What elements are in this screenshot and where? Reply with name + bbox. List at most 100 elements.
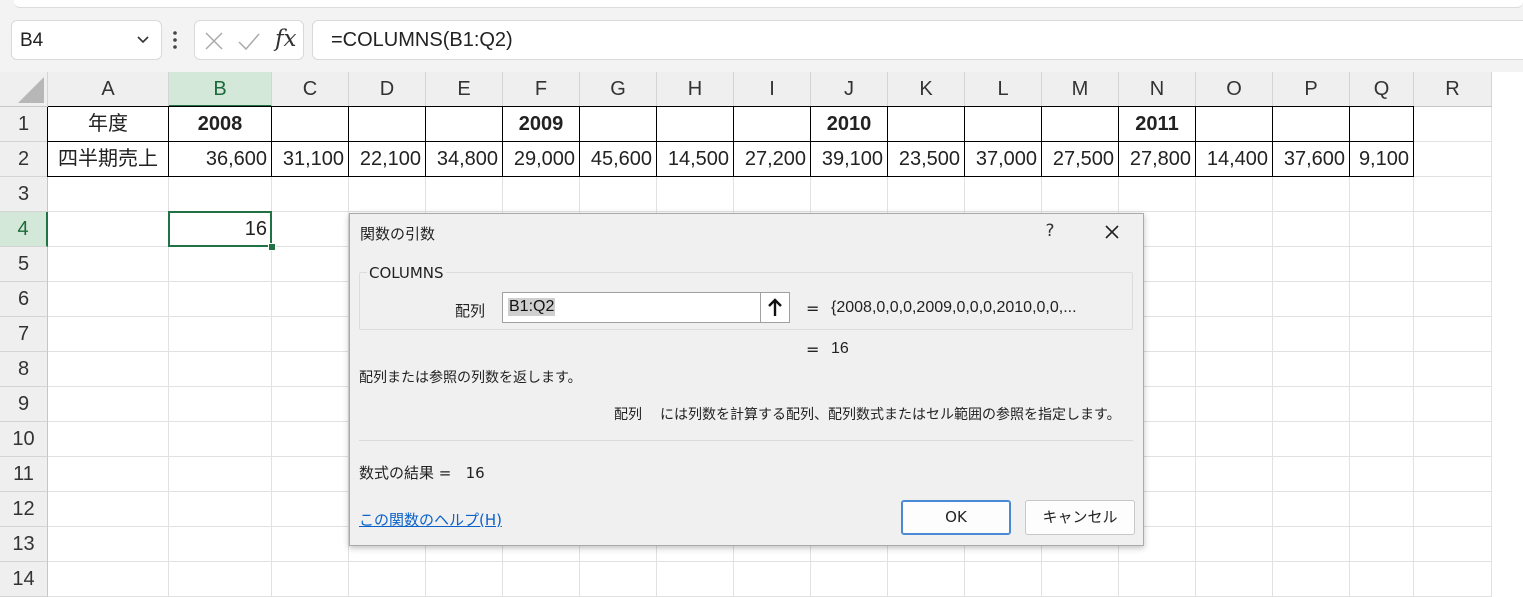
cell-n1[interactable]: 2011 [1119, 107, 1196, 142]
row-header-12[interactable]: 12 [0, 492, 48, 527]
name-box[interactable]: B4 [11, 20, 162, 60]
cell-j3[interactable] [811, 177, 888, 212]
cell-b5[interactable] [169, 247, 272, 282]
column-header-p[interactable]: P [1273, 72, 1350, 107]
cell-m14[interactable] [1042, 562, 1119, 597]
column-header-o[interactable]: O [1196, 72, 1273, 107]
cell-p14[interactable] [1273, 562, 1350, 597]
cell-i14[interactable] [734, 562, 811, 597]
cell-d2[interactable]: 22,100 [349, 142, 426, 177]
cell-j2[interactable]: 39,100 [811, 142, 888, 177]
cell-f1[interactable]: 2009 [503, 107, 580, 142]
cell-a10[interactable] [48, 422, 169, 457]
cell-p4[interactable] [1273, 212, 1350, 247]
row-header-11[interactable]: 11 [0, 457, 48, 492]
cell-r4[interactable] [1414, 212, 1492, 247]
cell-q4[interactable] [1350, 212, 1414, 247]
cell-c10[interactable] [272, 422, 349, 457]
cell-o1[interactable] [1196, 107, 1273, 142]
cell-q11[interactable] [1350, 457, 1414, 492]
cell-o10[interactable] [1196, 422, 1273, 457]
cell-g14[interactable] [580, 562, 657, 597]
row-header-13[interactable]: 13 [0, 527, 48, 562]
help-icon[interactable]: ? [1043, 221, 1057, 241]
column-header-c[interactable]: C [272, 72, 349, 107]
column-header-q[interactable]: Q [1350, 72, 1414, 107]
function-help-link[interactable]: この関数のヘルプ(H) [359, 509, 502, 530]
cell-h14[interactable] [657, 562, 734, 597]
column-header-a[interactable]: A [48, 72, 169, 107]
cell-o12[interactable] [1196, 492, 1273, 527]
cell-q10[interactable] [1350, 422, 1414, 457]
cell-l14[interactable] [965, 562, 1042, 597]
cell-l3[interactable] [965, 177, 1042, 212]
cell-c9[interactable] [272, 387, 349, 422]
cell-n2[interactable]: 27,800 [1119, 142, 1196, 177]
cell-b10[interactable] [169, 422, 272, 457]
cell-r2[interactable] [1414, 142, 1492, 177]
cell-e2[interactable]: 34,800 [426, 142, 503, 177]
cell-p8[interactable] [1273, 352, 1350, 387]
cell-g1[interactable] [580, 107, 657, 142]
cell-m1[interactable] [1042, 107, 1119, 142]
cell-c3[interactable] [272, 177, 349, 212]
cell-o14[interactable] [1196, 562, 1273, 597]
cell-a3[interactable] [48, 177, 169, 212]
cell-r9[interactable] [1414, 387, 1492, 422]
column-header-l[interactable]: L [965, 72, 1042, 107]
fill-handle[interactable] [268, 243, 276, 251]
cell-f14[interactable] [503, 562, 580, 597]
cell-r8[interactable] [1414, 352, 1492, 387]
cell-k1[interactable] [888, 107, 965, 142]
column-header-e[interactable]: E [426, 72, 503, 107]
cell-r10[interactable] [1414, 422, 1492, 457]
cell-q1[interactable] [1350, 107, 1414, 142]
cell-r11[interactable] [1414, 457, 1492, 492]
row-header-5[interactable]: 5 [0, 247, 48, 282]
cell-p3[interactable] [1273, 177, 1350, 212]
cell-d14[interactable] [349, 562, 426, 597]
cell-c8[interactable] [272, 352, 349, 387]
cell-b9[interactable] [169, 387, 272, 422]
cell-c1[interactable] [272, 107, 349, 142]
cell-b12[interactable] [169, 492, 272, 527]
row-header-14[interactable]: 14 [0, 562, 48, 597]
cell-b1[interactable]: 2008 [169, 107, 272, 142]
cell-o8[interactable] [1196, 352, 1273, 387]
check-icon[interactable] [237, 30, 261, 52]
cell-k14[interactable] [888, 562, 965, 597]
cell-a6[interactable] [48, 282, 169, 317]
column-header-i[interactable]: I [734, 72, 811, 107]
cell-e14[interactable] [426, 562, 503, 597]
row-header-10[interactable]: 10 [0, 422, 48, 457]
cell-g2[interactable]: 45,600 [580, 142, 657, 177]
cell-j14[interactable] [811, 562, 888, 597]
cell-n14[interactable] [1119, 562, 1196, 597]
insert-function-icon[interactable]: fx [275, 26, 296, 52]
cell-q6[interactable] [1350, 282, 1414, 317]
cell-r5[interactable] [1414, 247, 1492, 282]
row-header-7[interactable]: 7 [0, 317, 48, 352]
cell-c14[interactable] [272, 562, 349, 597]
row-header-3[interactable]: 3 [0, 177, 48, 212]
argument-input[interactable]: B1:Q2 [502, 292, 761, 323]
cell-c11[interactable] [272, 457, 349, 492]
cell-o7[interactable] [1196, 317, 1273, 352]
cell-o3[interactable] [1196, 177, 1273, 212]
cell-c7[interactable] [272, 317, 349, 352]
cell-q5[interactable] [1350, 247, 1414, 282]
cell-h2[interactable]: 14,500 [657, 142, 734, 177]
cell-c13[interactable] [272, 527, 349, 562]
cell-p5[interactable] [1273, 247, 1350, 282]
column-header-g[interactable]: G [580, 72, 657, 107]
row-header-9[interactable]: 9 [0, 387, 48, 422]
close-icon[interactable] [1102, 222, 1122, 242]
cell-q14[interactable] [1350, 562, 1414, 597]
column-header-d[interactable]: D [349, 72, 426, 107]
cell-c12[interactable] [272, 492, 349, 527]
column-header-h[interactable]: H [657, 72, 734, 107]
cell-r6[interactable] [1414, 282, 1492, 317]
cell-c5[interactable] [272, 247, 349, 282]
ok-button[interactable]: OK [901, 500, 1011, 535]
cell-a7[interactable] [48, 317, 169, 352]
